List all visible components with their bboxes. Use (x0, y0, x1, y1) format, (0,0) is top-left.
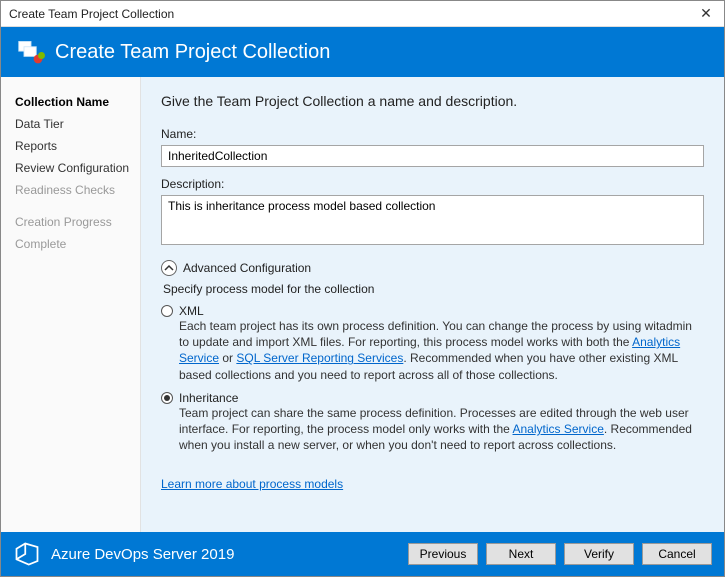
chevron-up-icon[interactable] (161, 260, 177, 276)
wizard-footer: Azure DevOps Server 2019 Previous Next V… (1, 532, 724, 576)
cancel-button[interactable]: Cancel (642, 543, 712, 565)
page-heading: Give the Team Project Collection a name … (161, 93, 704, 109)
product-name: Azure DevOps Server 2019 (51, 546, 234, 563)
radio-icon[interactable] (161, 305, 173, 317)
verify-button[interactable]: Verify (564, 543, 634, 565)
header-title: Create Team Project Collection (55, 41, 330, 64)
sidebar-item-collection-name[interactable]: Collection Name (11, 91, 140, 113)
next-button[interactable]: Next (486, 543, 556, 565)
sidebar-item-data-tier[interactable]: Data Tier (11, 113, 140, 135)
link-learn-more-process-models[interactable]: Learn more about process models (161, 477, 343, 491)
radio-xml-description: Each team project has its own process de… (179, 318, 704, 383)
link-analytics-service[interactable]: Analytics Service (513, 422, 604, 436)
window-title: Create Team Project Collection (9, 7, 174, 21)
name-input[interactable] (161, 145, 704, 167)
radio-inheritance-description: Team project can share the same process … (179, 405, 704, 454)
radio-block-xml: XML Each team project has its own proces… (161, 304, 704, 383)
collection-icon (17, 38, 45, 66)
advanced-configuration-label: Advanced Configuration (183, 261, 311, 275)
sidebar-item-review-configuration[interactable]: Review Configuration (11, 157, 140, 179)
radio-block-inheritance: Inheritance Team project can share the s… (161, 391, 704, 454)
titlebar: Create Team Project Collection ✕ (1, 1, 724, 27)
wizard-main: Give the Team Project Collection a name … (141, 77, 724, 532)
description-input[interactable] (161, 195, 704, 245)
sidebar-item-readiness-checks: Readiness Checks (11, 179, 140, 201)
radio-xml-label: XML (179, 304, 204, 318)
sidebar-item-creation-progress: Creation Progress (11, 211, 140, 233)
sidebar-item-complete: Complete (11, 233, 140, 255)
previous-button[interactable]: Previous (408, 543, 478, 565)
name-label: Name: (161, 127, 704, 141)
wizard-header: Create Team Project Collection (1, 27, 724, 77)
link-sql-reporting-services[interactable]: SQL Server Reporting Services (236, 351, 403, 365)
description-label: Description: (161, 177, 704, 191)
radio-xml[interactable]: XML (161, 304, 704, 318)
wizard-sidebar: Collection Name Data Tier Reports Review… (1, 77, 141, 532)
radio-icon[interactable] (161, 392, 173, 404)
footer-branding: Azure DevOps Server 2019 (13, 540, 400, 568)
process-model-heading: Specify process model for the collection (163, 282, 704, 296)
close-icon[interactable]: ✕ (696, 5, 716, 22)
radio-inheritance[interactable]: Inheritance (161, 391, 704, 405)
sidebar-item-reports[interactable]: Reports (11, 135, 140, 157)
azure-devops-icon (13, 540, 41, 568)
radio-inheritance-label: Inheritance (179, 391, 238, 405)
advanced-configuration-toggle[interactable]: Advanced Configuration (161, 260, 704, 276)
wizard-body: Collection Name Data Tier Reports Review… (1, 77, 724, 532)
